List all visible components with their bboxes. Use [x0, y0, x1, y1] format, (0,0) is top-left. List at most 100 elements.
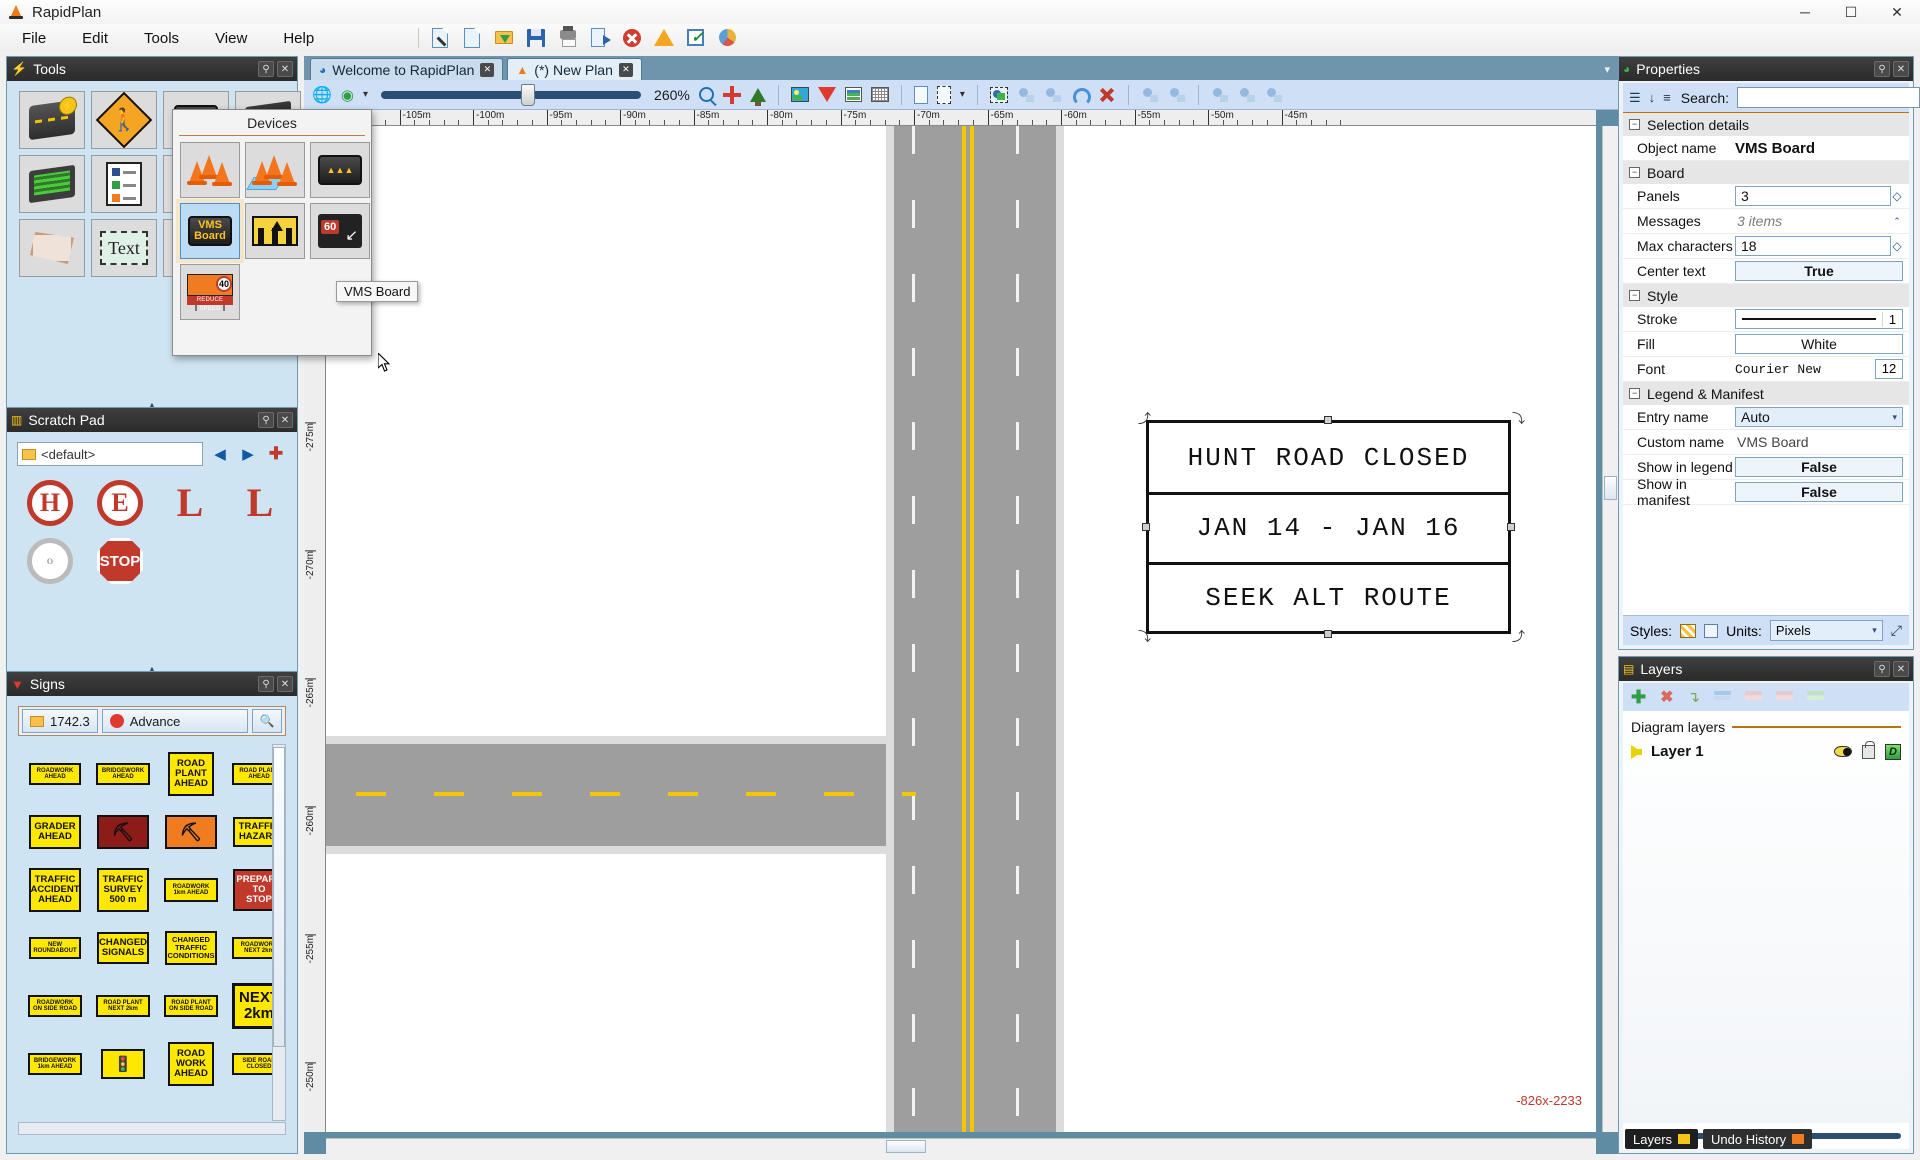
panels-input[interactable]: 3 [1735, 186, 1891, 206]
scratch-set-select[interactable]: <default> [17, 442, 203, 466]
sign-item[interactable]: ROAD PLANT AHEAD [160, 750, 222, 798]
delete-layer-icon[interactable]: ✖ [1660, 687, 1673, 707]
sign-item[interactable]: ROADWORK 1km AHEAD [160, 866, 222, 914]
sign-item[interactable]: TRAFFIC ACCIDENT AHEAD [24, 866, 86, 914]
speed-sign-tool[interactable]: 60 ↙ [310, 203, 370, 259]
view-mode-icon[interactable]: ◉ [341, 86, 354, 104]
scratch-prev-button[interactable]: ◀ [209, 443, 231, 465]
barrier-board-tool[interactable] [245, 203, 305, 259]
sign-item[interactable]: 🚦 [92, 1040, 154, 1088]
rotate-icon[interactable] [1071, 87, 1091, 106]
collapse-icon[interactable]: − [1629, 119, 1640, 130]
show-in-legend-toggle[interactable]: False [1735, 457, 1903, 477]
open-folder-icon[interactable] [493, 27, 515, 49]
manifest-icon[interactable] [870, 87, 889, 102]
sign-tool[interactable]: 🚶 [91, 91, 157, 149]
close-button[interactable]: ✕ [1874, 0, 1920, 24]
messages-expand-icon[interactable]: ⌃ [1891, 216, 1903, 227]
signs-search-button[interactable]: 🔍 [252, 709, 282, 733]
menu-file[interactable]: File [8, 27, 60, 50]
show-in-manifest-toggle[interactable]: False [1735, 482, 1903, 502]
tree-icon[interactable] [749, 87, 766, 106]
styles-swatch-icon[interactable] [1680, 623, 1696, 638]
layers-pin-icon[interactable]: ⚲ [1874, 661, 1890, 677]
stroke-control[interactable]: 1 [1735, 309, 1903, 329]
rotate-handle-bl[interactable]: ⤵ [1138, 626, 1151, 644]
entry-name-dropdown[interactable]: Auto ▾ [1735, 407, 1903, 427]
sign-item[interactable]: ROADWORK AHEAD [24, 750, 86, 798]
select-icon[interactable] [989, 86, 1008, 103]
zoom-slider-thumb[interactable] [521, 83, 536, 106]
paste-icon[interactable] [1265, 87, 1283, 103]
scratch-pin-icon[interactable]: ⚲ [258, 412, 274, 428]
scratch-add-button[interactable]: ✚ [265, 443, 287, 465]
signs-library-button[interactable]: 1742.3 [22, 709, 98, 733]
properties-group-legend-manifest[interactable]: − Legend & Manifest [1623, 382, 1909, 405]
cut-icon[interactable] [1238, 87, 1256, 103]
hazard-icon[interactable] [653, 27, 675, 49]
properties-pin-icon[interactable]: ⚲ [1874, 61, 1890, 77]
canvas-horizontal-scrollbar[interactable] [326, 1138, 1596, 1154]
rotate-handle-tr[interactable]: ⤵ [1512, 408, 1525, 426]
messages-value[interactable]: 3 items [1735, 213, 1891, 229]
road-tool[interactable]: ⚡ [19, 91, 85, 149]
max-characters-input[interactable]: 18 [1735, 236, 1891, 256]
flatten-icon[interactable] [1807, 691, 1825, 703]
legend-icon[interactable] [844, 87, 862, 102]
export-icon[interactable] [589, 27, 612, 49]
ungroup-icon[interactable] [1168, 87, 1186, 103]
scratch-sign-l1[interactable]: L [161, 478, 219, 528]
page-icon[interactable] [913, 85, 928, 104]
menu-tools[interactable]: Tools [130, 27, 193, 50]
sign-triangle-icon[interactable] [817, 87, 836, 102]
collapse-icon[interactable]: − [1629, 290, 1640, 301]
scratch-sign-h[interactable]: H [21, 478, 79, 528]
expand-panel-icon[interactable]: ⤢ [1891, 622, 1902, 639]
properties-close-icon[interactable]: ✕ [1893, 61, 1909, 77]
sign-item[interactable]: ⛏ [160, 808, 222, 856]
menu-edit[interactable]: Edit [68, 27, 122, 50]
sign-item[interactable]: ROAD PLANT NEXT 2km [92, 982, 154, 1030]
resize-handle-tm[interactable] [1324, 416, 1332, 424]
sign-item[interactable]: CHANGED SIGNALS [92, 924, 154, 972]
vms-board-tool[interactable]: VMS Board [176, 199, 244, 263]
background-image-icon[interactable] [790, 87, 809, 102]
zoom-slider[interactable] [381, 83, 642, 106]
chevron-down-icon[interactable]: ▾ [1892, 412, 1897, 423]
trailer-sign-tool[interactable]: 40 REDUCE SPEED [180, 264, 240, 320]
resize-handle-ml[interactable] [1142, 523, 1150, 531]
sign-item[interactable]: TRAFFIC SURVEY 500 m [92, 866, 154, 914]
scratch-sign-l2[interactable]: L [231, 478, 289, 528]
scratch-next-button[interactable]: ▶ [237, 443, 259, 465]
select-dim2-icon[interactable] [1044, 87, 1062, 103]
sign-item[interactable]: ROAD WORK AHEAD [160, 1040, 222, 1088]
group-icon[interactable] [1141, 87, 1159, 103]
save-icon[interactable] [525, 27, 547, 49]
diagram-badge-icon[interactable]: D [1885, 743, 1901, 760]
sign-item[interactable]: ROAD PLANT ON SIDE ROAD [160, 982, 222, 1030]
tools-pin-icon[interactable]: ⚲ [258, 61, 274, 77]
resize-handle-bm[interactable] [1324, 630, 1332, 638]
surface-tool[interactable] [19, 155, 85, 213]
rotate-handle-br[interactable]: ⤴ [1512, 626, 1525, 644]
custom-name-value[interactable]: VMS Board [1735, 434, 1903, 450]
signs-vertical-scrollbar[interactable] [272, 744, 286, 1121]
close-plan-icon[interactable] [621, 27, 643, 49]
canvas-vscroll-thumb[interactable] [1604, 476, 1617, 500]
signs-scroll-thumb[interactable] [273, 747, 285, 1047]
properties-search-input[interactable] [1737, 87, 1920, 108]
layer-row[interactable]: Layer 1 D [1623, 735, 1909, 760]
magnify-icon[interactable] [698, 87, 714, 102]
font-size-value[interactable]: 12 [1875, 359, 1903, 379]
crosshair-icon[interactable] [722, 85, 741, 104]
rotate-handle-tl[interactable]: ⤴ [1138, 408, 1151, 426]
canvas-hscroll-thumb[interactable] [886, 1140, 926, 1153]
report-icon[interactable] [717, 27, 739, 49]
properties-group-selection-details[interactable]: − Selection details [1623, 113, 1909, 136]
tab-undo-history[interactable]: Undo History [1703, 1129, 1813, 1149]
menu-view[interactable]: View [201, 27, 261, 50]
fill-color-button[interactable]: White [1735, 334, 1903, 354]
scratch-sign-o[interactable]: O [21, 536, 79, 586]
move-down-icon[interactable] [1745, 691, 1763, 703]
sign-item[interactable]: BRIDGEWORK AHEAD [92, 750, 154, 798]
